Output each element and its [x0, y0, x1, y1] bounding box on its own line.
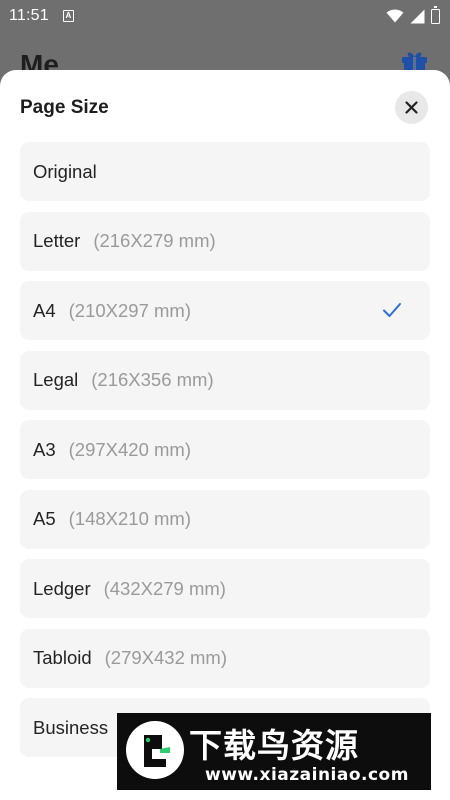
- page-size-dimensions: (148X210 mm): [68, 508, 191, 529]
- page-size-name: Ledger: [33, 577, 91, 599]
- page-size-name: Legal: [33, 369, 79, 390]
- status-bar: 11:51 A: [0, 0, 450, 32]
- page-size-option-a3[interactable]: A3 (297X420 mm): [20, 420, 430, 479]
- page-size-option-a4[interactable]: A4 (210X297 mm): [20, 281, 430, 340]
- page-size-name: Tabloid: [33, 647, 92, 668]
- status-right: [386, 5, 440, 24]
- signal-icon: [410, 9, 425, 23]
- page-size-name: Letter: [33, 230, 81, 251]
- page-size-name: Original: [33, 160, 97, 182]
- page-size-dimensions: (210X297 mm): [68, 299, 191, 321]
- page-size-name: A5: [33, 508, 56, 529]
- sheet-title: Page Size: [20, 97, 109, 118]
- watermark-title: 下载鸟资源: [189, 726, 359, 765]
- page-size-name: A4: [33, 299, 56, 321]
- page-size-option-original[interactable]: Original: [20, 142, 430, 201]
- wifi-icon: [386, 9, 404, 23]
- page-size-dimensions: (297X420 mm): [68, 438, 191, 460]
- page-size-option-tabloid[interactable]: Tabloid (279X432 mm): [20, 628, 430, 688]
- page-size-name: Business: [33, 716, 109, 738]
- page-size-sheet: Page Size Original Letter (216X279 mm) A…: [0, 70, 450, 800]
- page-size-option-letter[interactable]: Letter (216X279 mm): [20, 211, 430, 271]
- page-size-option-legal[interactable]: Legal (216X356 mm): [20, 350, 430, 410]
- page-size-dimensions: (216X356 mm): [91, 369, 214, 390]
- page-size-dimensions: (216X279 mm): [93, 230, 216, 251]
- bird-logo-icon: [126, 721, 184, 779]
- page-size-option-a5[interactable]: A5 (148X210 mm): [20, 489, 430, 549]
- page-size-name: A3: [33, 438, 56, 460]
- status-left: 11:51 A: [9, 7, 74, 25]
- page-size-dimensions: (279X432 mm): [104, 647, 227, 668]
- page-size-option-ledger[interactable]: Ledger (432X279 mm): [20, 559, 430, 618]
- a-square-icon: A: [62, 10, 74, 22]
- checkmark-icon: [383, 303, 401, 317]
- close-button[interactable]: [395, 91, 428, 124]
- status-time: 11:51: [9, 7, 49, 24]
- watermark: 下载鸟资源 www.xiazainiao.com: [117, 713, 431, 790]
- battery-charging-icon: [431, 5, 440, 24]
- watermark-url: www.xiazainiao.com: [205, 765, 409, 785]
- close-icon: [405, 101, 418, 114]
- page-size-dimensions: (432X279 mm): [103, 577, 226, 599]
